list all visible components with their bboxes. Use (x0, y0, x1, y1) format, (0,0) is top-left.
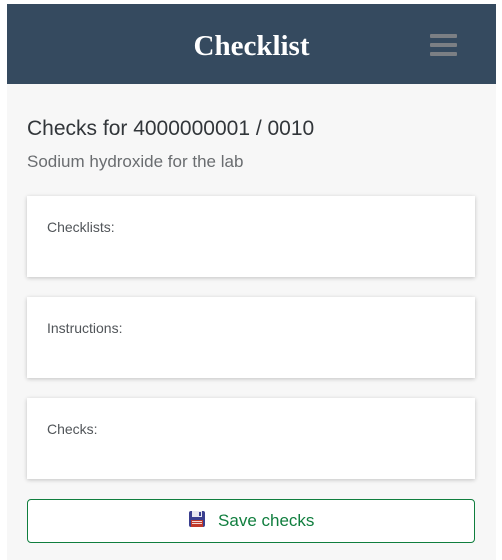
save-button-content: Save checks (28, 511, 474, 531)
save-button-label: Save checks (218, 511, 315, 530)
app-frame: Checklist Checks for 4000000001 / 0010 S… (7, 4, 496, 560)
instructions-label: Instructions: (47, 320, 123, 336)
floppy-disk-icon (188, 510, 206, 528)
checks-panel: Checks: (27, 398, 475, 479)
header-title: Checklist (193, 30, 310, 62)
checklists-panel: Checklists: (27, 196, 475, 277)
hamburger-menu-icon[interactable] (427, 32, 459, 60)
menu-bar (430, 52, 457, 56)
checks-label: Checks: (47, 421, 98, 437)
save-checks-button[interactable]: Save checks (27, 499, 475, 543)
page-title: Checks for 4000000001 / 0010 (27, 117, 315, 140)
checklists-label: Checklists: (47, 219, 115, 235)
page-subtitle: Sodium hydroxide for the lab (27, 152, 244, 171)
menu-bar (430, 34, 457, 38)
menu-bar (430, 43, 457, 47)
app-header: Checklist (7, 4, 496, 84)
instructions-panel: Instructions: (27, 297, 475, 378)
